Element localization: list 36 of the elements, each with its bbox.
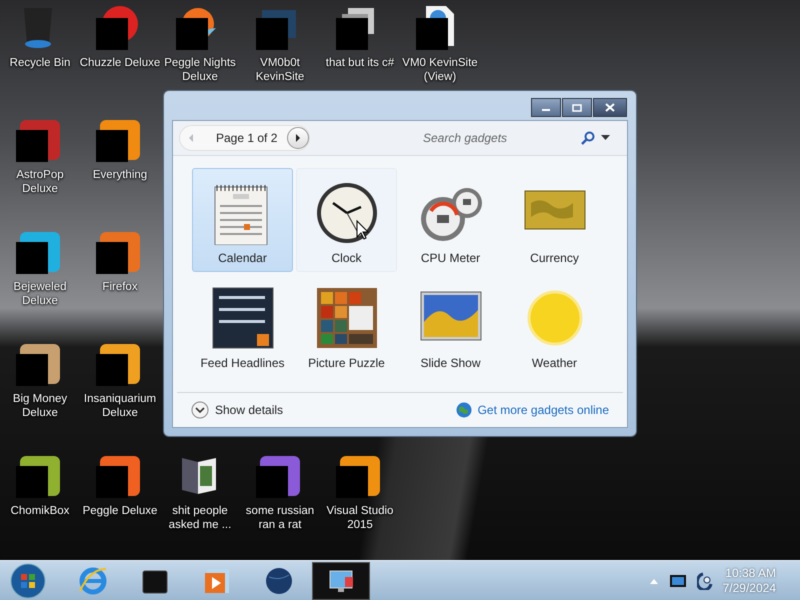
gadget-tile[interactable]: Clock [296,168,397,272]
taskbar-button[interactable] [312,562,370,600]
swirl-icon[interactable] [696,572,713,590]
puzzle-icon [314,286,378,350]
maximize-icon [572,104,582,112]
gadget-tile[interactable]: Currency [504,168,605,272]
search-field[interactable]: Search gadgets [421,130,575,146]
clock-time: 10:38 AM [725,566,776,581]
get-gadgets-link[interactable]: Get more gadgets online [456,402,609,418]
right-arrow-icon [294,133,302,143]
minimize-button[interactable] [531,98,561,117]
chevron-down-icon [191,401,209,419]
maximize-button[interactable] [562,98,592,117]
browser-e-icon [77,565,109,597]
display-icon[interactable] [668,574,687,588]
search-icon[interactable] [581,131,595,145]
show-details-button[interactable]: Show details [191,401,284,419]
close-button[interactable] [593,98,627,117]
gadget-tile[interactable]: CPU Meter [400,168,501,272]
gadget-tile[interactable]: Calendar [192,168,293,272]
page-indicator: Page 1 of 2 [216,131,278,145]
globe-icon [456,402,472,418]
gadget-tile[interactable]: Slide Show [400,273,501,377]
icon-label[interactable]: Chuzzle Deluxe [78,56,162,70]
gadget-tile[interactable]: Feed Headlines [192,273,293,377]
close-icon [605,103,615,112]
gadget-tile[interactable]: Weather [504,273,605,377]
news-feed-icon [210,286,274,350]
globe-icon [263,565,295,597]
gadget-tile[interactable]: Picture Puzzle [296,273,397,377]
clock-icon [314,181,378,245]
dropdown-caret-icon[interactable] [601,135,610,141]
left-arrow-icon [187,133,195,143]
next-page-button[interactable] [287,127,310,149]
clock-date: 7/29/2024 [722,581,776,596]
start-button[interactable] [10,563,46,599]
